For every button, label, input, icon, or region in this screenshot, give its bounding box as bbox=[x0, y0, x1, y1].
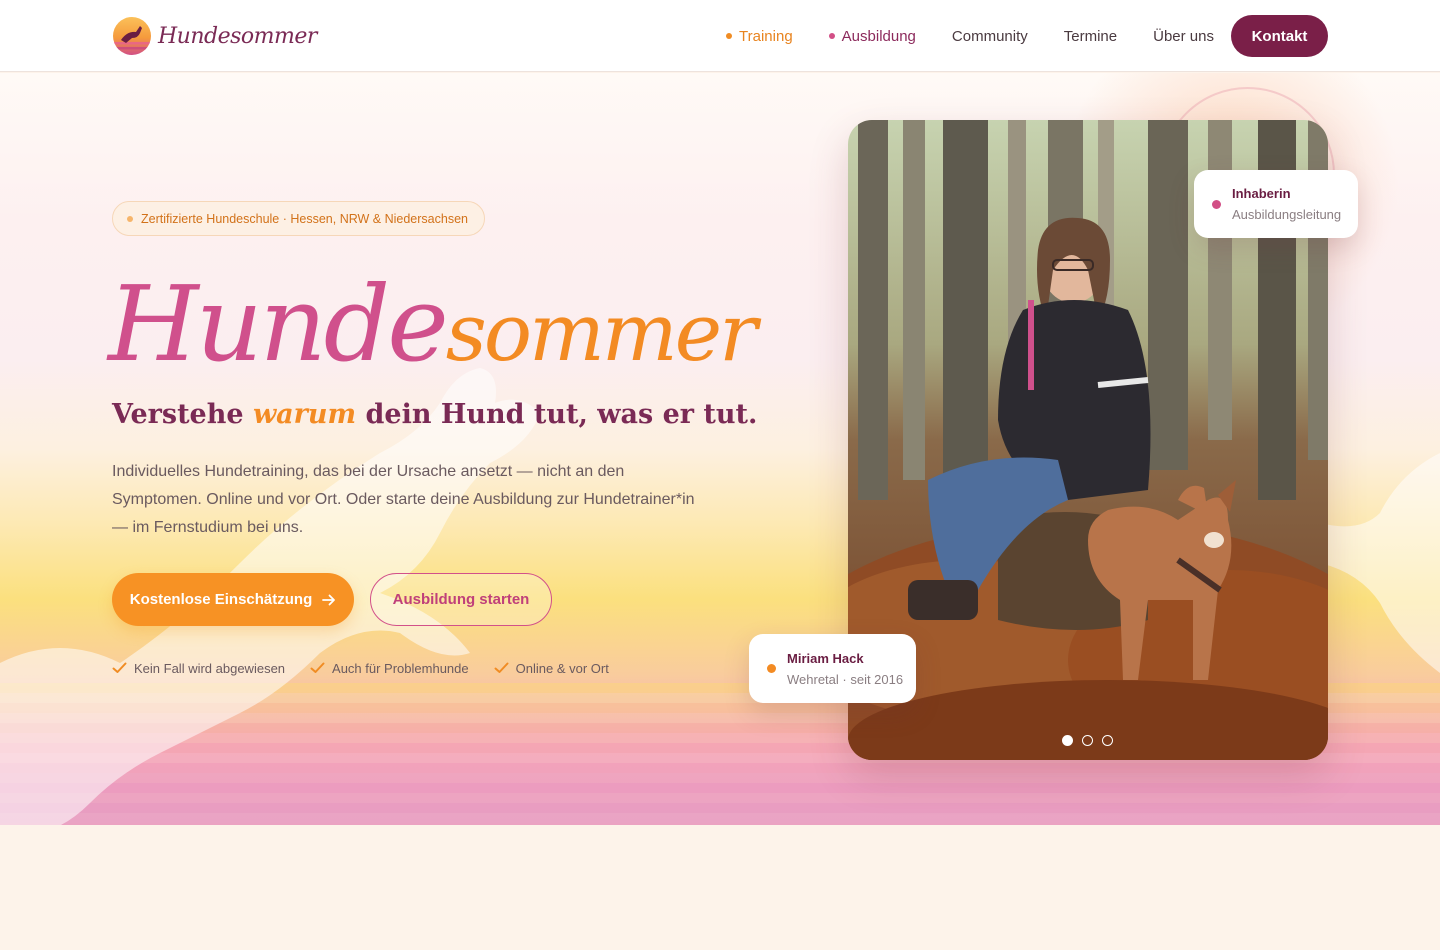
site-header: Hundesommer Training Ausbildung Communit… bbox=[0, 0, 1440, 72]
check-icon bbox=[112, 662, 127, 673]
free-assessment-label: Kostenlose Einschätzung bbox=[129, 591, 313, 608]
role-dot bbox=[1212, 199, 1221, 209]
owner-location: Wehretal · seit 2016 bbox=[787, 671, 904, 687]
script-title-part1: Hunde bbox=[108, 263, 449, 385]
nav-item-label: Termine bbox=[1063, 27, 1118, 45]
check-icon bbox=[310, 662, 325, 673]
logo-wordmark: Hundesommer bbox=[158, 23, 317, 49]
badge-dot bbox=[127, 215, 133, 222]
nav-item-community[interactable]: Community bbox=[952, 28, 1028, 45]
role-card: Inhaberin Ausbildungsleitung bbox=[1194, 170, 1358, 238]
arrow-right-icon bbox=[322, 594, 336, 605]
nav-item-training[interactable]: Training bbox=[726, 28, 793, 45]
carousel-dots bbox=[1062, 735, 1113, 746]
check-label: Kein Fall wird abgewiesen bbox=[134, 660, 286, 676]
hero-lead-text: Individuelles Hundetraining, das bei der… bbox=[112, 463, 695, 536]
ausbildung-dot bbox=[828, 33, 835, 39]
name-text: Miriam Hack Wehretal · seit 2016 bbox=[787, 651, 903, 687]
training-dot bbox=[726, 33, 733, 39]
check-item: Auch für Problemhunde bbox=[310, 661, 469, 676]
carousel-dot[interactable] bbox=[1082, 735, 1093, 746]
logo-sun-dog-icon bbox=[113, 17, 151, 55]
name-dot bbox=[767, 664, 776, 673]
role-subtitle: Ausbildungsleitung bbox=[1232, 207, 1342, 222]
start-training-button[interactable]: Ausbildung starten bbox=[370, 573, 552, 626]
role-title: Inhaberin bbox=[1232, 186, 1291, 201]
free-assessment-button[interactable]: Kostenlose Einschätzung bbox=[112, 573, 354, 626]
headline-emphasis: warum bbox=[252, 399, 357, 430]
script-title: Hundesommer bbox=[108, 249, 758, 399]
carousel-dot[interactable] bbox=[1102, 735, 1113, 746]
hero-headline: Verstehe warum dein Hund tut, was er tut… bbox=[112, 399, 757, 430]
check-label: Auch für Problemhunde bbox=[332, 660, 469, 676]
nav-item-termine[interactable]: Termine bbox=[1064, 28, 1117, 45]
benefit-checks: Kein Fall wird abgewiesen Auch für Probl… bbox=[112, 659, 634, 677]
badge-text: Zertifizierte Hundeschule · Hessen, NRW … bbox=[141, 211, 468, 226]
name-card: Miriam Hack Wehretal · seit 2016 bbox=[749, 634, 916, 703]
contact-button[interactable]: Kontakt bbox=[1231, 15, 1328, 57]
certification-badge: Zertifizierte Hundeschule · Hessen, NRW … bbox=[112, 201, 485, 236]
headline-before: Verstehe bbox=[112, 399, 253, 430]
nav-item-ueber-uns[interactable]: Über uns bbox=[1153, 28, 1214, 45]
carousel-dot[interactable] bbox=[1062, 735, 1073, 746]
check-item: Online & vor Ort bbox=[494, 661, 609, 676]
nav-item-label: Community bbox=[951, 27, 1028, 45]
script-title-part2: sommer bbox=[445, 286, 758, 379]
nav-item-label: Training bbox=[739, 27, 793, 45]
check-label: Online & vor Ort bbox=[515, 660, 609, 676]
nav-item-ausbildung[interactable]: Ausbildung bbox=[828, 27, 916, 45]
nav-item-label: Über uns bbox=[1153, 27, 1214, 45]
check-icon bbox=[494, 662, 509, 673]
nav-item-label: Ausbildung bbox=[841, 27, 916, 45]
check-item: Kein Fall wird abgewiesen bbox=[112, 661, 285, 676]
owner-name: Miriam Hack bbox=[787, 650, 864, 666]
logo[interactable]: Hundesommer bbox=[112, 15, 317, 57]
hero-section: Zertifizierte Hundeschule · Hessen, NRW … bbox=[0, 73, 1440, 825]
role-text: Inhaberin Ausbildungsleitung bbox=[1232, 186, 1341, 222]
headline-after: dein Hund tut, was er tut. bbox=[356, 399, 758, 430]
main-nav: Training Ausbildung Community Termine Üb… bbox=[690, 15, 1328, 57]
